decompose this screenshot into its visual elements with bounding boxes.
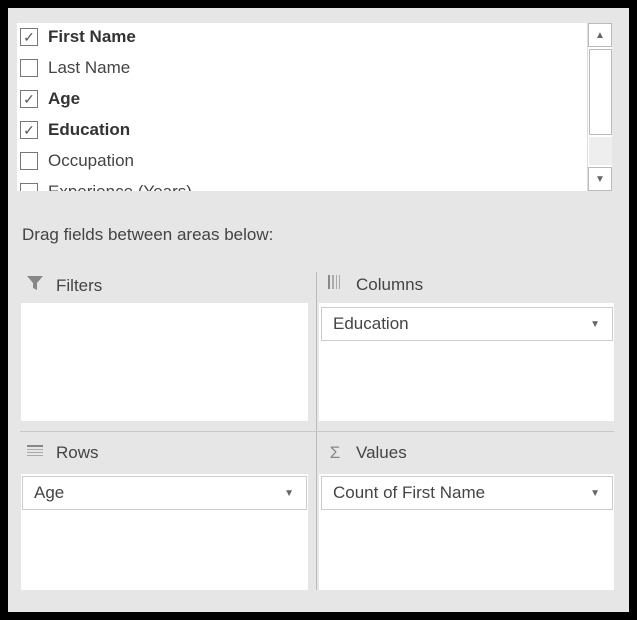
field-label: Age [34,483,65,502]
field-label: First Name [48,27,136,46]
checkbox[interactable] [20,59,38,77]
checkbox[interactable]: ✓ [20,90,38,108]
rows-field-age[interactable]: Age ▼ [22,476,307,510]
checkbox[interactable] [20,183,38,191]
drag-instructions: Drag fields between areas below: [22,225,274,244]
field-item[interactable]: Occupation [20,147,134,175]
checkbox[interactable]: ✓ [20,121,38,139]
columns-field-education[interactable]: Education ▼ [321,307,613,341]
field-label: Education [333,314,409,333]
chevron-down-icon[interactable]: ▼ [590,319,600,330]
field-list: ✓ First Name Last Name ✓ Age ✓ Education Occupa… [17,23,612,191]
rows-drop-area[interactable]: Age ▼ [21,474,308,590]
field-label: Occupation [48,151,134,170]
field-label: Count of First Name [333,483,486,502]
field-label: Age [48,89,81,108]
field-label: Experience (Years) [48,182,192,191]
rows-header: Rows [24,443,99,463]
values-field-count-of-first-name[interactable]: Count of First Name ▼ [321,476,613,510]
filters-header: Filters [24,274,102,297]
scroll-thumb[interactable] [589,49,612,135]
filters-drop-area[interactable] [21,303,308,421]
scrollbar[interactable]: ▲ ▼ [587,23,612,191]
columns-icon [324,274,346,295]
columns-title: Columns [356,274,424,294]
rows-icon [24,443,46,463]
field-item[interactable]: Experience (Years) [20,178,192,191]
field-item[interactable]: ✓ Education [20,116,130,144]
field-item[interactable]: Last Name [20,54,130,82]
columns-drop-area[interactable]: Education ▼ [319,303,614,421]
field-item[interactable]: ✓ Age [20,85,80,113]
field-label: Last Name [48,58,131,77]
values-header: Σ Values [324,443,407,463]
field-item[interactable]: ✓ First Name [20,23,136,51]
horizontal-divider [20,431,614,432]
filters-title: Filters [56,275,103,295]
field-label: Education [48,120,131,139]
columns-header: Columns [324,274,423,295]
chevron-down-icon[interactable]: ▼ [590,488,600,499]
values-title: Values [356,443,407,462]
filter-icon [24,274,46,297]
scroll-down-button[interactable]: ▼ [588,167,612,191]
chevron-down-icon[interactable]: ▼ [284,488,294,499]
checkbox[interactable]: ✓ [20,28,38,46]
pivot-field-list-panel: ✓ First Name Last Name ✓ Age ✓ Education Occupa… [8,8,629,612]
checkbox[interactable] [20,152,38,170]
rows-title: Rows [56,443,99,462]
values-drop-area[interactable]: Count of First Name ▼ [319,474,614,590]
scroll-track[interactable] [589,137,612,165]
scroll-up-button[interactable]: ▲ [588,23,612,47]
sigma-icon: Σ [329,443,341,462]
